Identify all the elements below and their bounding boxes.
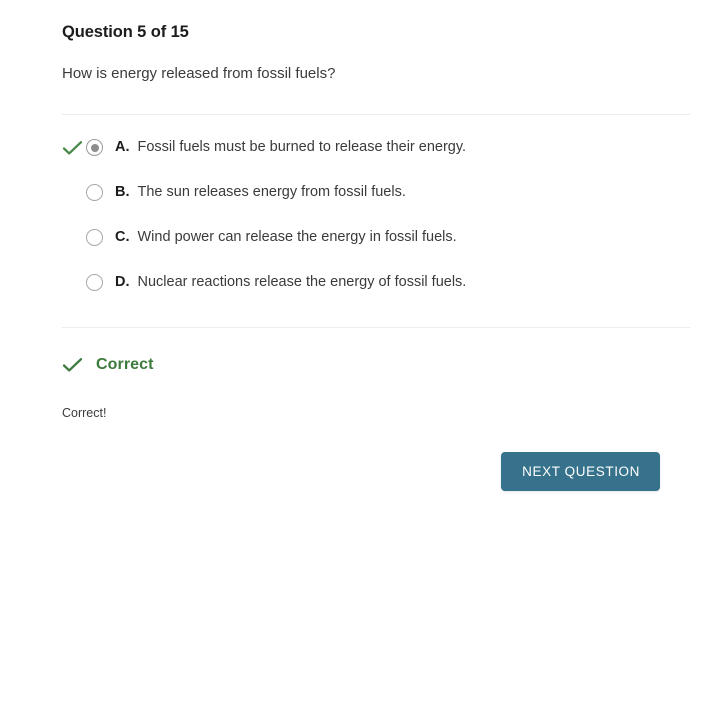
answer-option-d[interactable]: D. Nuclear reactions release the energy …	[62, 272, 690, 294]
radio-option-c[interactable]	[86, 229, 103, 247]
option-check-slot-c	[62, 227, 86, 249]
footer-actions: NEXT QUESTION	[62, 423, 690, 492]
option-text-b: The sun releases energy from fossil fuel…	[137, 184, 406, 201]
correct-answer-check-icon	[62, 137, 86, 159]
feedback-section: Correct Correct!	[62, 328, 690, 423]
quiz-question-page: Question 5 of 15 How is energy released …	[0, 0, 714, 716]
answer-option-b[interactable]: B. The sun releases energy from fossil f…	[62, 182, 690, 204]
radio-option-d[interactable]	[86, 274, 103, 292]
check-icon	[62, 356, 84, 374]
answer-option-c[interactable]: C. Wind power can release the energy in …	[62, 227, 690, 249]
question-counter: Question 5 of 15	[62, 23, 189, 41]
option-letter-a: A.	[115, 139, 130, 156]
option-text-c: Wind power can release the energy in fos…	[137, 229, 457, 246]
feedback-explanation: Correct!	[62, 406, 107, 421]
answer-options-list: A. Fossil fuels must be burned to releas…	[62, 115, 690, 294]
feedback-status-label: Correct	[96, 356, 154, 374]
next-question-button[interactable]: NEXT QUESTION	[501, 451, 660, 492]
option-text-d: Nuclear reactions release the energy of …	[137, 274, 467, 291]
feedback-heading: Correct	[62, 356, 690, 374]
radio-option-a[interactable]	[86, 139, 103, 157]
quiz-content: Question 5 of 15 How is energy released …	[0, 0, 714, 492]
option-check-slot-d	[62, 272, 86, 294]
option-text-a: Fossil fuels must be burned to release t…	[137, 139, 467, 156]
option-letter-b: B.	[115, 184, 130, 201]
option-letter-d: D.	[115, 274, 130, 291]
option-check-slot-b	[62, 182, 86, 204]
option-letter-c: C.	[115, 229, 130, 246]
question-prompt: How is energy released from fossil fuels…	[62, 64, 336, 82]
radio-option-b[interactable]	[86, 184, 103, 202]
answer-option-a[interactable]: A. Fossil fuels must be burned to releas…	[62, 137, 690, 159]
